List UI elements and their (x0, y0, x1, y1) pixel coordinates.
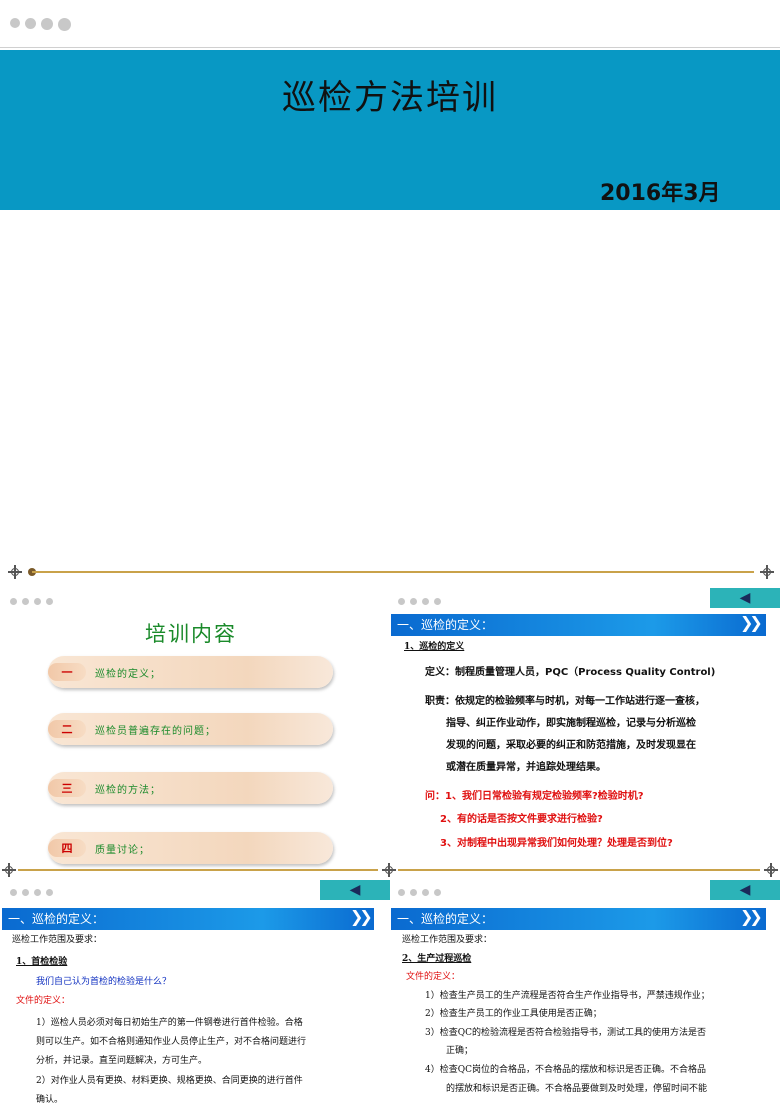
toc-label: 巡检员普遍存在的问题； (95, 726, 216, 737)
prev-slide-button[interactable]: ◀ (320, 880, 390, 900)
slide-dots (398, 598, 441, 605)
toc-item[interactable] (48, 772, 333, 804)
subsection-title: 1、首检检验 (16, 957, 68, 967)
toc-badge: 二 (48, 720, 86, 738)
toc-badge: 一 (48, 663, 86, 681)
dot-icon (398, 889, 405, 896)
dot-icon (41, 18, 53, 30)
separator-line (398, 869, 760, 871)
arrow-left-icon: ◀ (349, 882, 361, 898)
toc-badge: 四 (48, 839, 86, 857)
dot-icon (434, 598, 441, 605)
body-line: 1）巡检人员必须对每日初始生产的第一件钢卷进行首件检验。合格 (36, 1018, 303, 1028)
prev-slide-button[interactable]: ◀ (710, 880, 780, 900)
section-header-text: 一、巡检的定义： (8, 912, 105, 926)
body-line: 2）对作业人员有更换、材料更换、规格更换、合同更换的进行首件 (36, 1076, 303, 1086)
section-header: 一、巡检的定义： (2, 908, 374, 930)
dot-icon (22, 598, 29, 605)
dot-icon (34, 598, 41, 605)
separator-line (32, 571, 754, 573)
dot-icon (10, 18, 20, 28)
body-line: 确认。 (36, 1095, 64, 1105)
slide-title: 巡检方法培训 (282, 78, 498, 118)
slide-date: 2016年3月 (600, 181, 721, 206)
section-header-text: 一、巡检的定义： (397, 912, 494, 926)
toc-label: 巡检的定义； (95, 669, 161, 680)
toc-title: 培训内容 (145, 622, 237, 646)
question-line: 3、对制程中出现异常我们如何处理？处理是否到位? (440, 838, 673, 849)
section-header: 一、巡检的定义： (391, 614, 766, 636)
body-line: 3）检查QC的检验流程是否符合检验指导书，测试工具的使用方法是否 (425, 1028, 706, 1038)
arrow-left-icon: ◀ (739, 882, 751, 898)
toc-label: 质量讨论； (95, 845, 150, 856)
dot-icon (422, 889, 429, 896)
toc-label: 巡检的方法； (95, 785, 161, 796)
dot-icon (34, 889, 41, 896)
toc-item[interactable] (48, 832, 333, 864)
toc-item[interactable] (48, 656, 333, 688)
duty-line: 职责：依规定的检验频率与时机，对每一工作站进行逐一查核， (425, 696, 705, 707)
dot-icon (434, 889, 441, 896)
dot-icon (410, 889, 417, 896)
scope-text: 巡检工作范围及要求： (12, 935, 103, 945)
crosshair-icon (2, 863, 16, 877)
divider (0, 47, 780, 48)
dot-icon (58, 18, 71, 31)
toc-badge: 三 (48, 779, 86, 797)
subsection-title: 1、巡检的定义 (404, 642, 465, 652)
doc-requirement-label: 文件的定义： (16, 996, 71, 1006)
dot-icon (25, 18, 36, 29)
dot-icon (10, 598, 17, 605)
chevron-right-icon: ❯❯ (740, 907, 763, 926)
duty-line: 发现的问题，采取必要的纠正和防范措施，及时发现显在 (446, 740, 696, 751)
chevron-right-icon: ❯❯ (350, 907, 373, 926)
dot-icon (410, 598, 417, 605)
question-text: 我们自己认为首检的检验是什么？ (36, 977, 172, 987)
dot-icon (46, 598, 53, 605)
scope-text: 巡检工作范围及要求： (402, 935, 493, 945)
duty-line: 指导、纠正作业动作，即实施制程巡检，记录与分析巡检 (446, 718, 696, 729)
slide-dots (10, 18, 71, 31)
body-line: 的摆放和标识是否正确。不合格品要做到及时处理，停留时间不能 (446, 1084, 708, 1094)
question-line: 2、有的话是否按文件要求进行检验? (440, 814, 603, 825)
arrow-left-icon: ◀ (739, 590, 751, 606)
question-line: 问：1、我们日常检验有规定检验频率?检验时机? (425, 791, 644, 802)
dot-icon (398, 598, 405, 605)
slide-dots (398, 889, 441, 896)
crosshair-icon (8, 565, 22, 579)
body-line: 2）检查生产员工的作业工具使用是否正确； (425, 1009, 602, 1019)
dot-icon (10, 889, 17, 896)
body-line: 4）检查QC岗位的合格品，不合格品的摆放和标识是否正确。不合格品 (425, 1065, 706, 1075)
body-line: 正确； (446, 1046, 474, 1056)
slide-dots (10, 889, 53, 896)
dot-icon (46, 889, 53, 896)
prev-slide-button[interactable]: ◀ (710, 588, 780, 608)
definition-text: 定义：制程质量管理人员，PQC（Process Quality Control) (425, 667, 716, 678)
body-line: 分析，并记录。直至问题解决，方可生产。 (36, 1056, 208, 1066)
section-header: 一、巡检的定义： (391, 908, 766, 930)
dot-icon (22, 889, 29, 896)
crosshair-icon (760, 565, 774, 579)
body-line: 则可以生产。如不合格则通知作业人员停止生产，对不合格问题进行 (36, 1037, 307, 1047)
dot-icon (422, 598, 429, 605)
body-line: 1）检查生产员工的生产流程是否符合生产作业指导书，严禁违规作业； (425, 991, 710, 1001)
crosshair-icon (382, 863, 396, 877)
separator-line (18, 869, 378, 871)
doc-requirement-label: 文件的定义： (406, 972, 461, 982)
chevron-right-icon: ❯❯ (740, 613, 763, 632)
subsection-title: 2、生产过程巡检 (402, 954, 472, 964)
duty-line: 或潜在质量异常，并追踪处理结果。 (446, 762, 606, 773)
section-header-text: 一、巡检的定义： (397, 618, 494, 632)
slide-dots (10, 598, 53, 605)
crosshair-icon (764, 863, 778, 877)
